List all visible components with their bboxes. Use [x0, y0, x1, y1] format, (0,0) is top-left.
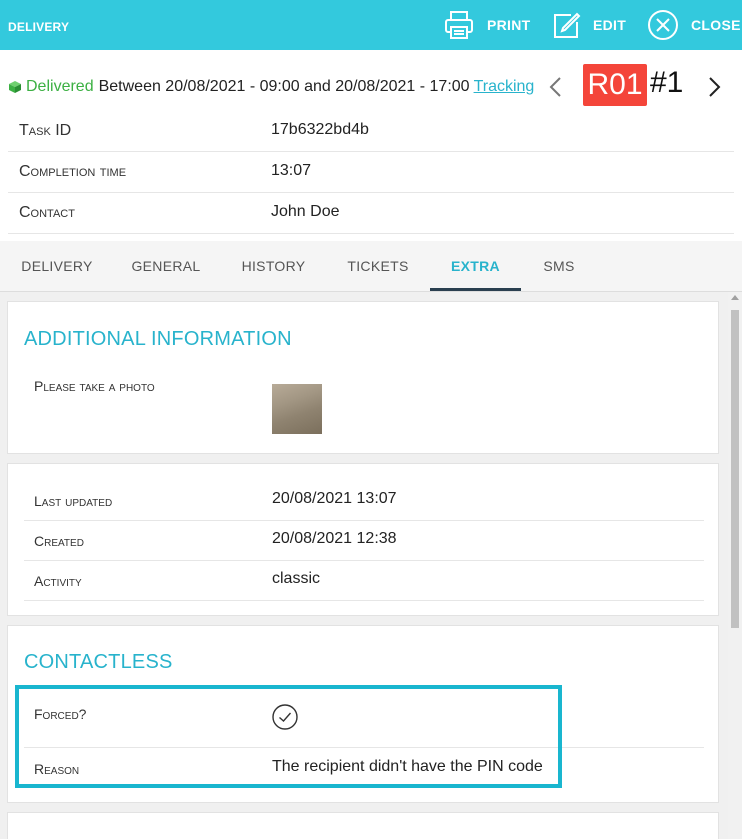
tab-general[interactable]: GENERAL	[118, 241, 214, 291]
status-line: Delivered Between 20/08/2021 - 09:00 and…	[8, 78, 534, 96]
task-id-label: Task ID	[19, 122, 72, 139]
chevron-left-icon	[549, 77, 561, 97]
completion-time-value: 13:07	[271, 162, 312, 179]
edit-button[interactable]: EDIT	[551, 0, 626, 50]
activity-label: Activity	[34, 573, 82, 589]
contact-value: John Doe	[271, 203, 340, 220]
photo-thumbnail[interactable]	[272, 384, 322, 434]
last-updated-label: Last updated	[34, 493, 113, 509]
close-label: CLOSE	[691, 17, 741, 33]
summary-row-task-id: Task ID 17b6322bd4b	[8, 111, 734, 152]
close-button[interactable]: CLOSE	[647, 0, 741, 50]
status-delivered: Delivered	[26, 78, 94, 95]
contact-label: Contact	[19, 204, 75, 221]
scroll-up-arrow-icon[interactable]	[731, 295, 739, 300]
print-button[interactable]: PRINT	[443, 0, 531, 50]
summary-row-completion-time: Completion time 13:07	[8, 152, 734, 193]
printer-icon	[445, 11, 473, 39]
summary-table: Task ID 17b6322bd4b Completion time 13:0…	[8, 111, 734, 234]
chevron-right-icon	[709, 77, 721, 97]
tab-sms[interactable]: SMS	[530, 241, 588, 291]
summary-row-contact: Contact John Doe	[8, 193, 734, 234]
next-task-button[interactable]	[704, 74, 724, 100]
tab-extra[interactable]: EXTRA	[430, 241, 521, 291]
route-badge: R01	[583, 64, 647, 106]
created-label: Created	[34, 533, 84, 549]
photo-label: Please take a photo	[34, 378, 155, 394]
window-title: DELIVERY	[8, 20, 70, 34]
previous-task-button[interactable]	[546, 74, 566, 100]
tab-history[interactable]: HISTORY	[226, 241, 321, 291]
top-bar: DELIVERY PRINT EDIT CLOSE	[0, 0, 742, 50]
cube-icon	[9, 81, 21, 93]
metadata-card: Last updated 20/08/2021 13:07 Created 20…	[7, 463, 719, 616]
tab-bar: DELIVERY GENERAL HISTORY TICKETS EXTRA S…	[0, 241, 742, 292]
next-card	[7, 812, 719, 839]
contactless-highlight	[15, 685, 562, 788]
delivery-window: Between 20/08/2021 - 09:00 and 20/08/202…	[98, 78, 470, 95]
close-circle-icon	[648, 10, 678, 40]
meta-row-activity: Activity classic	[24, 560, 704, 601]
tracking-link[interactable]: Tracking	[474, 78, 535, 96]
scrollbar-thumb[interactable]	[731, 310, 739, 628]
contactless-title: CONTACTLESS	[24, 651, 173, 673]
meta-row-last-updated: Last updated 20/08/2021 13:07	[24, 480, 704, 521]
created-value: 20/08/2021 12:38	[272, 530, 397, 547]
tab-tickets[interactable]: TICKETS	[333, 241, 423, 291]
content-scrollbar[interactable]	[728, 292, 742, 839]
last-updated-value: 20/08/2021 13:07	[272, 490, 397, 507]
tab-delivery[interactable]: DELIVERY	[8, 241, 106, 291]
task-id-value: 17b6322bd4b	[271, 121, 369, 138]
edit-label: EDIT	[593, 17, 627, 33]
print-label: PRINT	[487, 17, 531, 33]
additional-information-card: ADDITIONAL INFORMATION Please take a pho…	[7, 301, 719, 454]
additional-information-title: ADDITIONAL INFORMATION	[24, 328, 292, 350]
edit-icon	[554, 12, 581, 38]
completion-time-label: Completion time	[19, 163, 127, 180]
activity-value: classic	[272, 570, 321, 587]
route-stop-number: #1	[650, 66, 684, 99]
meta-row-created: Created 20/08/2021 12:38	[24, 520, 704, 561]
